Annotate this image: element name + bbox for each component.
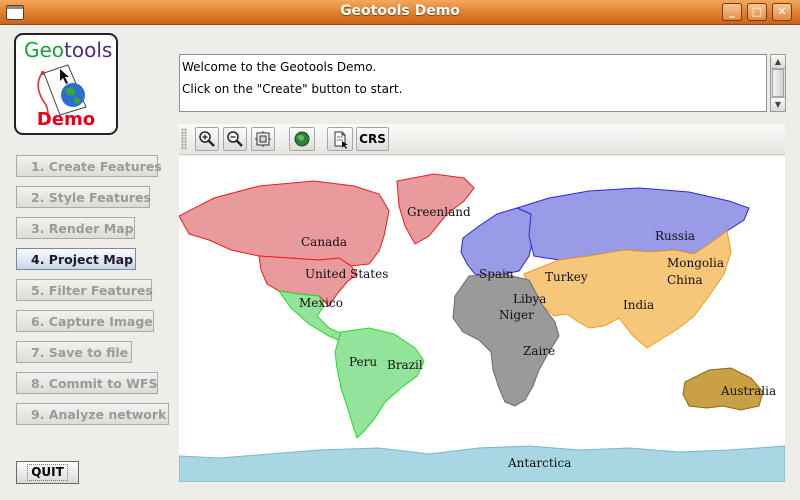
project-map-button[interactable]: 4. Project Map [16,248,136,270]
label-niger: Niger [499,308,534,322]
zoom-extent-icon [255,131,271,147]
analyze-network-button[interactable]: 9. Analyze network [16,403,169,425]
world-map[interactable]: Greenland Canada United States Mexico Pe… [179,156,785,482]
toolbar-grip-icon[interactable] [181,128,187,150]
zoom-in-icon [199,131,215,147]
close-button[interactable]: ✕ [772,3,792,21]
label-australia: Australia [720,384,776,398]
label-spain: Spain [479,267,514,281]
label-libya: Libya [513,292,546,306]
filter-features-button[interactable]: 5. Filter Features [16,279,153,301]
quit-button[interactable]: QUIT [16,461,79,484]
message-scrollbar[interactable]: ▲ ▼ [770,54,786,112]
window-title: Geotools Demo [340,3,460,19]
label-brazil: Brazil [387,358,423,372]
label-peru: Peru [349,355,377,369]
map-toolbar: CRS [179,124,785,155]
quit-label: QUIT [27,464,68,481]
antarctica-shape [179,445,785,482]
label-india: India [623,298,654,312]
logo-title-geo: Geo [24,38,65,62]
minimize-button[interactable]: _ [722,3,742,21]
label-china: China [667,273,703,287]
create-features-button[interactable]: 1. Create Features [16,155,162,177]
crs-button[interactable]: CRS [356,127,389,151]
title-bar: Geotools Demo _ □ ✕ [0,0,800,25]
info-button[interactable] [327,127,353,151]
scroll-thumb[interactable] [772,69,784,97]
zoom-out-icon [227,131,243,147]
label-antarctica: Antarctica [507,456,571,470]
zoom-in-button[interactable] [195,127,219,151]
zoom-out-button[interactable] [223,127,247,151]
capture-image-button[interactable]: 6. Capture Image [16,310,154,332]
commit-to-wfs-button[interactable]: 8. Commit to WFS [16,372,158,394]
geotools-logo: Geotools Demo [14,33,118,135]
scroll-down-button[interactable]: ▼ [771,97,785,111]
message-line-2: Click on the "Create" button to start. [182,82,403,96]
map-pane[interactable]: Greenland Canada United States Mexico Pe… [179,156,785,482]
style-features-button[interactable]: 2. Style Features [16,186,151,208]
label-canada: Canada [301,235,347,249]
maximize-button[interactable]: □ [747,3,767,21]
label-russia: Russia [655,229,695,243]
message-textarea[interactable]: Welcome to the Geotools Demo. Click on t… [179,54,767,112]
label-turkey: Turkey [545,270,588,284]
europe-shape [460,207,535,277]
logo-title-tools: tools [64,38,113,62]
main-panel: Geotools Demo 1. Create Features 2. Styl… [0,25,800,500]
label-zaire: Zaire [523,344,555,358]
globe-icon [294,131,310,147]
label-united-states: United States [305,267,388,281]
reset-view-button[interactable] [289,127,315,151]
logo-title: Geotools [24,38,112,62]
save-to-file-button[interactable]: 7. Save to file [16,341,132,363]
canada-shape [179,180,390,267]
label-greenland: Greenland [407,205,471,219]
label-mongolia: Mongolia [667,256,724,270]
info-icon [334,131,348,149]
message-line-1: Welcome to the Geotools Demo. [182,60,377,74]
label-mexico: Mexico [299,296,343,310]
render-map-button[interactable]: 3. Render Map [16,217,135,239]
scroll-up-button[interactable]: ▲ [771,55,785,69]
south-america-shape [334,327,425,439]
zoom-extent-button[interactable] [251,127,275,151]
logo-subtitle: Demo [36,109,96,130]
